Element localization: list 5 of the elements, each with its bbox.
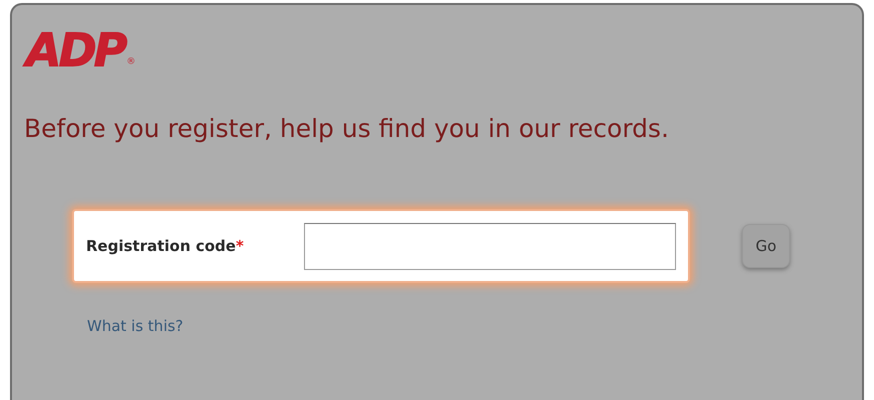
heading: Before you register, help us find you in our records. [24,113,669,145]
go-button[interactable]: Go [742,224,790,268]
field-label: Registration code* [86,236,245,257]
help-link[interactable]: What is this? [87,315,184,338]
registration-code-field[interactable] [304,222,676,270]
